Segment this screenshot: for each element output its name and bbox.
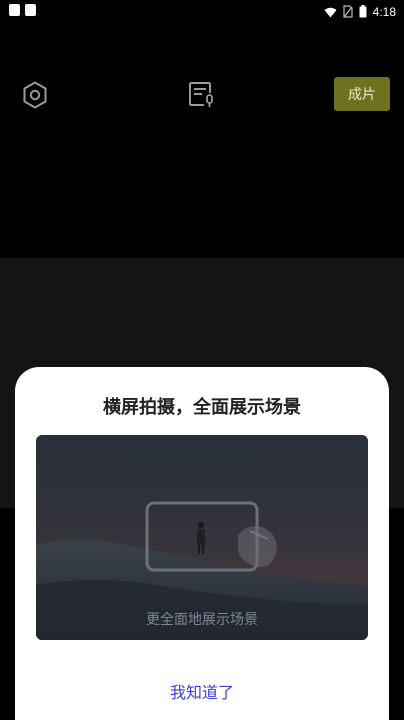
illustration-caption: 更全面地展示场景 xyxy=(146,612,258,628)
landscape-tip-dialog: 横屏拍摄，全面展示场景 更全面地展示场景 我知道了 xyxy=(15,367,389,720)
dialog-title: 横屏拍摄，全面展示场景 xyxy=(103,397,301,418)
landscape-illustration: 更全面地展示场景 xyxy=(36,435,368,640)
finish-button[interactable]: 成片 xyxy=(334,77,390,111)
camera-screen: 4:18 成片 横屏拍摄，全面展示场景 更全面地展示场景 我知道了 xyxy=(0,0,404,720)
status-time: 4:18 xyxy=(372,5,396,19)
notification-icon xyxy=(9,4,20,16)
notification-icon xyxy=(25,4,36,16)
status-bar: 4:18 xyxy=(0,0,404,24)
battery-icon xyxy=(359,3,367,22)
wifi-icon xyxy=(324,3,337,22)
script-document-icon[interactable] xyxy=(188,81,216,113)
got-it-button[interactable]: 我知道了 xyxy=(127,671,277,711)
status-indicators: 4:18 xyxy=(324,3,396,21)
settings-icon[interactable] xyxy=(22,81,48,113)
no-sim-icon xyxy=(343,3,353,22)
